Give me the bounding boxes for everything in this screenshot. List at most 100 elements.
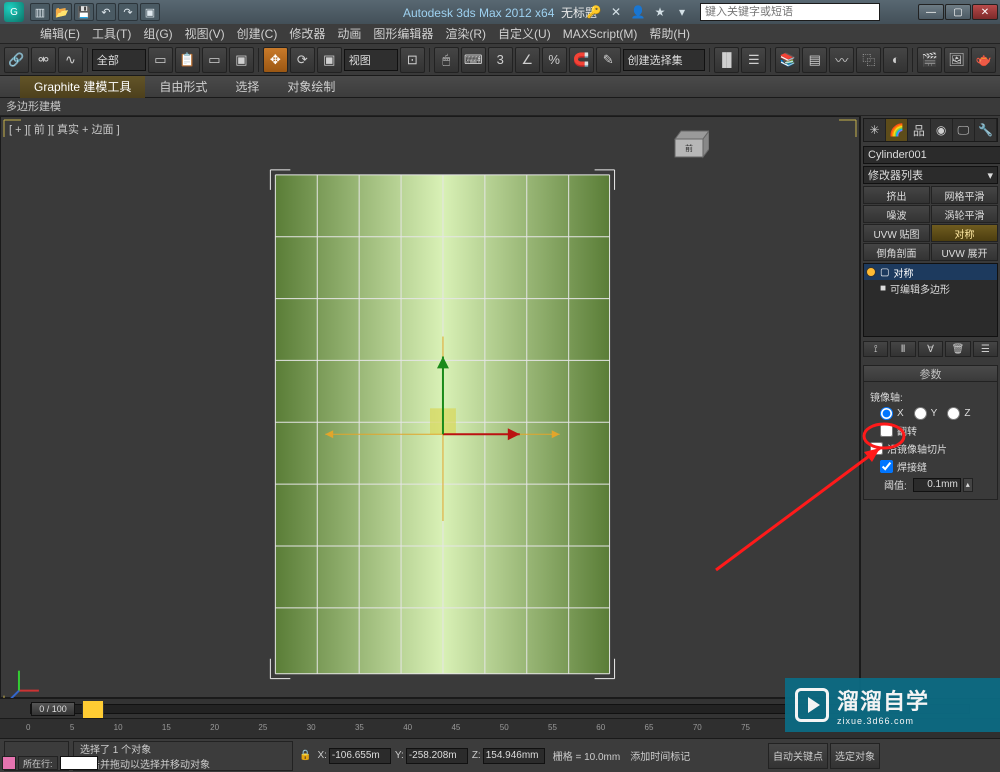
coord-y-input[interactable] <box>406 748 468 764</box>
axis-x-radio[interactable]: X <box>880 407 904 420</box>
coord-x-input[interactable] <box>329 748 391 764</box>
percent-snap-icon[interactable]: % <box>542 47 567 73</box>
tab-display-icon[interactable]: 🖵 <box>953 119 975 141</box>
modifier-list-dropdown[interactable]: 修改器列表▾ <box>863 166 998 184</box>
qa-redo-icon[interactable]: ↷ <box>118 3 138 21</box>
app-icon[interactable]: G <box>4 2 24 22</box>
mod-symmetry-button[interactable]: 对称 <box>931 224 998 242</box>
coord-z-input[interactable] <box>483 748 545 764</box>
tab-graphite[interactable]: Graphite 建模工具 <box>20 76 145 98</box>
keyboard-shortcut-icon[interactable]: ⌨ <box>461 47 486 73</box>
maximize-button[interactable]: ▢ <box>945 4 971 20</box>
tab-motion-icon[interactable]: ◉ <box>931 119 953 141</box>
axis-y-radio[interactable]: Y <box>914 407 938 420</box>
mod-uvwmap-button[interactable]: UVW 贴图 <box>863 224 930 242</box>
show-end-result-icon[interactable]: Ⅱ <box>890 341 915 357</box>
mod-extrude-button[interactable]: 挤出 <box>863 186 930 204</box>
remove-modifier-icon[interactable]: 🗑 <box>945 341 970 357</box>
params-header[interactable]: 参数 <box>864 366 997 382</box>
pivot-center-icon[interactable]: ⊡ <box>400 47 425 73</box>
mirror-icon[interactable]: ▐▌ <box>714 47 739 73</box>
named-selset-dropdown[interactable]: 创建选择集 <box>623 49 706 71</box>
menu-maxscript[interactable]: MAXScript(M) <box>557 24 644 43</box>
autokey-button[interactable]: 自动关键点 <box>768 743 828 769</box>
minimize-button[interactable]: — <box>918 4 944 20</box>
mod-turbosmooth-button[interactable]: 涡轮平滑 <box>931 205 998 223</box>
edit-selset-icon[interactable]: ✎ <box>596 47 621 73</box>
layer-manager-icon[interactable]: 📚 <box>775 47 800 73</box>
selected-obj-button[interactable]: 选定对象 <box>830 743 880 769</box>
time-slider-knob[interactable]: 0 / 100 <box>31 702 75 716</box>
align-icon[interactable]: ☰ <box>741 47 766 73</box>
select-icon[interactable]: ▭ <box>148 47 173 73</box>
menu-modifiers[interactable]: 修改器 <box>283 24 331 43</box>
selection-lock-icon[interactable] <box>82 700 104 720</box>
angle-snap-icon[interactable]: ∠ <box>515 47 540 73</box>
mod-bevelprofile-button[interactable]: 倒角剖面 <box>863 243 930 261</box>
link-icon[interactable]: 🔗 <box>4 47 29 73</box>
tab-freeform[interactable]: 自由形式 <box>145 76 221 98</box>
subscription-icon[interactable]: 🔑 <box>586 4 602 20</box>
flip-checkbox[interactable]: 翻转 <box>880 423 917 438</box>
configure-sets-icon[interactable]: ☰ <box>973 341 998 357</box>
mod-uvwunwrap-button[interactable]: UVW 展开 <box>931 243 998 261</box>
menu-edit[interactable]: 编辑(E) <box>34 24 86 43</box>
tab-modify-icon[interactable]: 🌈 <box>886 119 908 141</box>
menu-tools[interactable]: 工具(T) <box>86 24 137 43</box>
stack-row-epoly[interactable]: ■ 可编辑多边形 <box>864 280 997 296</box>
qa-open-icon[interactable]: 📂 <box>52 3 72 21</box>
stack-row-symmetry[interactable]: ▢ 对称 <box>864 264 997 280</box>
tab-objectpaint[interactable]: 对象绘制 <box>273 76 349 98</box>
render-icon[interactable]: 🫖 <box>971 47 996 73</box>
atline-input[interactable] <box>60 756 98 770</box>
tab-selection[interactable]: 选择 <box>221 76 273 98</box>
visibility-bulb-icon[interactable] <box>866 267 876 277</box>
qa-save-icon[interactable]: 💾 <box>74 3 94 21</box>
unlink-icon[interactable]: ⚮ <box>31 47 56 73</box>
search-input[interactable] <box>701 4 879 20</box>
curve-editor-icon[interactable]: 〰 <box>829 47 854 73</box>
mod-meshsmooth-button[interactable]: 网格平滑 <box>931 186 998 204</box>
material-editor-icon[interactable]: ◐ <box>883 47 908 73</box>
tab-create-icon[interactable]: ✳ <box>864 119 886 141</box>
viewcube[interactable]: 前 <box>669 125 709 165</box>
script-listener-icon[interactable] <box>2 756 16 770</box>
snap-toggle-icon[interactable]: 3 <box>488 47 513 73</box>
qa-undo-icon[interactable]: ↶ <box>96 3 116 21</box>
bind-spacewarp-icon[interactable]: ∿ <box>58 47 83 73</box>
weld-checkbox[interactable]: 焊接缝 <box>880 459 927 474</box>
tab-hierarchy-icon[interactable]: 品 <box>908 119 930 141</box>
close-button[interactable]: ✕ <box>972 4 998 20</box>
menu-grapheditors[interactable]: 图形编辑器 <box>367 24 439 43</box>
qa-new-icon[interactable]: ▥ <box>30 3 50 21</box>
select-name-icon[interactable]: 📋 <box>175 47 200 73</box>
spinner-snap-icon[interactable]: 🧲 <box>569 47 594 73</box>
menu-help[interactable]: 帮助(H) <box>643 24 696 43</box>
tab-utilities-icon[interactable]: 🔧 <box>975 119 997 141</box>
rendered-frame-icon[interactable]: 🖼 <box>944 47 969 73</box>
menu-customize[interactable]: 自定义(U) <box>492 24 557 43</box>
window-crossing-icon[interactable]: ▣ <box>229 47 254 73</box>
search-box[interactable] <box>700 3 880 21</box>
menu-group[interactable]: 组(G) <box>137 24 178 43</box>
menu-view[interactable]: 视图(V) <box>179 24 231 43</box>
ref-coord-dropdown[interactable]: 视图 <box>344 49 398 71</box>
ribbon-toggle-icon[interactable]: ▤ <box>802 47 827 73</box>
favorite-icon[interactable]: ★ <box>652 4 668 20</box>
select-rotate-icon[interactable]: ⟳ <box>290 47 315 73</box>
signin-icon[interactable]: 👤 <box>630 4 646 20</box>
object-name-input[interactable] <box>863 146 1000 164</box>
spinner-up-icon[interactable]: ▴ <box>963 478 973 492</box>
viewport[interactable]: [ + ][ 前 ][ 真实 + 边面 ] <box>0 116 860 698</box>
mod-noise-button[interactable]: 噪波 <box>863 205 930 223</box>
addtime-label[interactable]: 添加时间标记 <box>630 748 690 763</box>
select-scale-icon[interactable]: ▣ <box>317 47 342 73</box>
dropdown-icon[interactable]: ▾ <box>674 4 690 20</box>
menu-create[interactable]: 创建(C) <box>231 24 284 43</box>
slice-checkbox[interactable]: 沿镜像轴切片 <box>870 441 947 456</box>
selection-filter-dropdown[interactable]: 全部 <box>92 49 146 71</box>
menu-animation[interactable]: 动画 <box>331 24 367 43</box>
modifier-stack[interactable]: ▢ 对称 ■ 可编辑多边形 <box>863 263 998 337</box>
rect-region-icon[interactable]: ▭ <box>202 47 227 73</box>
manipulate-icon[interactable]: 🖱 <box>434 47 459 73</box>
